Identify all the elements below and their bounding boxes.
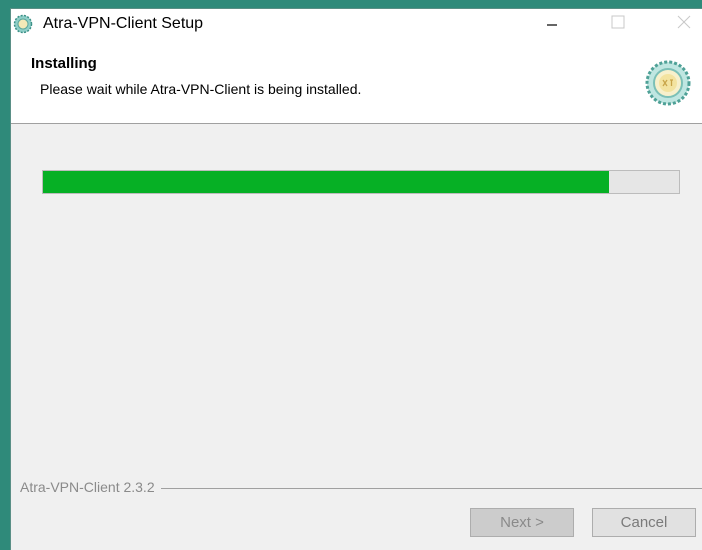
maximize-button <box>595 9 641 40</box>
minimize-button[interactable] <box>529 9 575 40</box>
close-icon <box>677 15 691 34</box>
next-button: Next > <box>470 508 574 537</box>
title-bar[interactable]: Atra-VPN-Client Setup <box>11 9 702 40</box>
page-subtitle: Please wait while Atra-VPN-Client is bei… <box>40 81 362 97</box>
install-progress-bar <box>42 170 680 194</box>
maximize-icon <box>611 15 625 34</box>
cancel-button: Cancel <box>592 508 696 537</box>
gear-logo-icon <box>13 14 33 34</box>
minimize-icon <box>546 16 558 34</box>
progress-fill <box>43 171 610 193</box>
atra-logo-icon <box>645 60 691 106</box>
close-button <box>661 9 702 40</box>
page-header: Installing Please wait while Atra-VPN-Cl… <box>11 40 702 124</box>
installer-window: Atra-VPN-Client Setup Installing Please … <box>10 8 702 550</box>
branding-text: Atra-VPN-Client 2.3.2 <box>20 479 161 495</box>
page-title: Installing <box>31 55 97 72</box>
window-title: Atra-VPN-Client Setup <box>43 15 204 32</box>
